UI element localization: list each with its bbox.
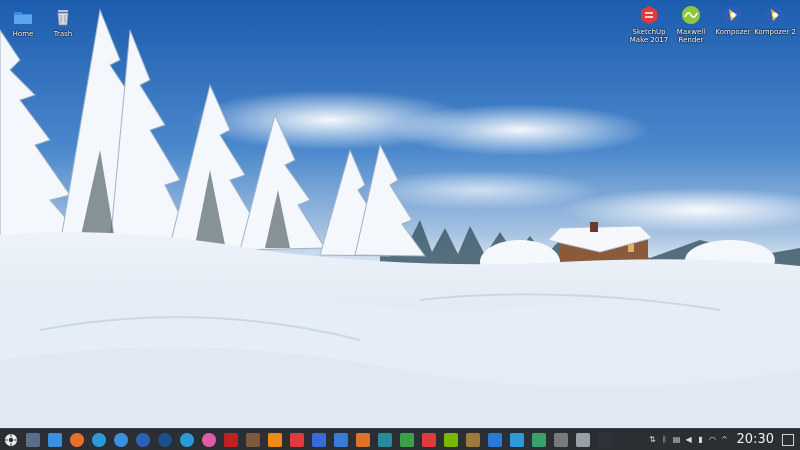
network-icon[interactable]: ⇅ xyxy=(649,435,657,444)
application-menu-button[interactable] xyxy=(1,430,21,450)
launcher-pdf[interactable] xyxy=(419,430,439,450)
launcher-calculator[interactable] xyxy=(551,430,571,450)
pdf-icon xyxy=(422,432,436,447)
launcher-virtual-desktops[interactable] xyxy=(23,430,43,450)
desktop-icon-label: Kompozer 2 xyxy=(754,28,796,36)
task-manager xyxy=(22,430,616,450)
launcher-screen-recorder[interactable] xyxy=(199,430,219,450)
file-manager-icon xyxy=(48,432,62,447)
launcher-image-viewer[interactable] xyxy=(529,430,549,450)
image-viewer-icon xyxy=(532,432,546,447)
virtual-desktops-icon xyxy=(26,432,40,447)
kompozer-icon xyxy=(724,6,742,24)
calculator-icon xyxy=(554,432,568,447)
launcher-presentation[interactable] xyxy=(353,430,373,450)
desktop-icon-maxwell[interactable]: Maxwell Render xyxy=(668,4,714,44)
expand-arrow-icon[interactable]: ^ xyxy=(721,435,729,444)
launcher-writer[interactable] xyxy=(485,430,505,450)
tool-icon xyxy=(246,432,260,447)
launcher-edge[interactable] xyxy=(89,430,109,450)
desktop-icon-trash[interactable]: Trash xyxy=(40,6,86,38)
desktop-icon-label: SketchUp Make 2017 xyxy=(629,28,669,44)
taskbar: ⇅ ᛒ ▤ ◀ ▮ ◠ ^ 20:30 xyxy=(0,428,800,450)
volume-icon[interactable]: ◀ xyxy=(685,435,693,444)
wallpaper-image xyxy=(0,0,800,428)
slack-icon xyxy=(378,432,392,447)
trash-icon xyxy=(57,10,69,26)
launcher-bug-app[interactable] xyxy=(221,430,241,450)
desktop-icon-label: Kompozer xyxy=(715,28,751,36)
sketchup-icon xyxy=(290,432,304,447)
desktop-icon-kompozer[interactable]: Kompozer xyxy=(710,4,756,36)
screen-recorder-icon xyxy=(202,432,216,447)
document-icon xyxy=(334,432,348,447)
launcher-steam[interactable] xyxy=(155,430,175,450)
firefox-icon xyxy=(70,432,84,447)
launcher-nvidia[interactable] xyxy=(441,430,461,450)
vpn-icon xyxy=(180,432,194,447)
desktop-icon-sketchup[interactable]: SketchUp Make 2017 xyxy=(626,4,672,44)
launcher-vpn[interactable] xyxy=(177,430,197,450)
launcher-firefox[interactable] xyxy=(67,430,87,450)
kompozer-icon xyxy=(136,432,150,447)
desktop-icon-kompozer-2[interactable]: Kompozer 2 xyxy=(752,4,798,36)
battery-icon[interactable]: ▮ xyxy=(697,435,705,444)
spreadsheet-icon xyxy=(400,432,414,447)
launcher-system-monitor[interactable] xyxy=(573,430,593,450)
box-app-icon xyxy=(466,432,480,447)
vlc-icon xyxy=(268,432,282,447)
launcher-file-manager[interactable] xyxy=(45,430,65,450)
clipboard-icon[interactable]: ▤ xyxy=(673,435,681,444)
store-icon xyxy=(510,432,524,447)
steam-icon xyxy=(158,432,172,447)
wifi-icon[interactable]: ◠ xyxy=(709,435,717,444)
sketchup-icon xyxy=(641,6,657,24)
browser-icon xyxy=(114,432,128,447)
visual-app-icon xyxy=(312,432,326,447)
desktop[interactable]: Home Trash SketchUp Make 2017 Maxwell Re… xyxy=(0,0,800,428)
bug-app-icon xyxy=(224,432,238,447)
maxwell-icon xyxy=(682,6,700,24)
desktop-icon-label: Maxwell Render xyxy=(676,28,706,44)
launcher-vlc[interactable] xyxy=(265,430,285,450)
system-tray: ⇅ ᛒ ▤ ◀ ▮ ◠ ^ 20:30 xyxy=(647,429,800,450)
edge-icon xyxy=(92,432,106,447)
launcher-slack[interactable] xyxy=(375,430,395,450)
folder-home-icon xyxy=(14,12,32,24)
launcher-terminal[interactable] xyxy=(595,430,615,450)
clock[interactable]: 20:30 xyxy=(737,432,774,447)
launcher-tool[interactable] xyxy=(243,430,263,450)
launcher-kompozer[interactable] xyxy=(133,430,153,450)
desktop-icon-label: Trash xyxy=(53,30,73,38)
launcher-visual-app[interactable] xyxy=(309,430,329,450)
launcher-sketchup[interactable] xyxy=(287,430,307,450)
launcher-spreadsheet[interactable] xyxy=(397,430,417,450)
writer-icon xyxy=(488,432,502,447)
nvidia-icon xyxy=(444,432,458,447)
terminal-icon xyxy=(598,432,612,447)
launcher-store[interactable] xyxy=(507,430,527,450)
launcher-browser[interactable] xyxy=(111,430,131,450)
presentation-icon xyxy=(356,432,370,447)
kompozer-icon xyxy=(766,6,784,24)
show-desktop-icon[interactable] xyxy=(782,433,794,446)
system-monitor-icon xyxy=(576,432,590,447)
application-menu-icon xyxy=(5,433,17,446)
launcher-box-app[interactable] xyxy=(463,430,483,450)
launcher-document[interactable] xyxy=(331,430,351,450)
bluetooth-icon[interactable]: ᛒ xyxy=(661,435,669,444)
